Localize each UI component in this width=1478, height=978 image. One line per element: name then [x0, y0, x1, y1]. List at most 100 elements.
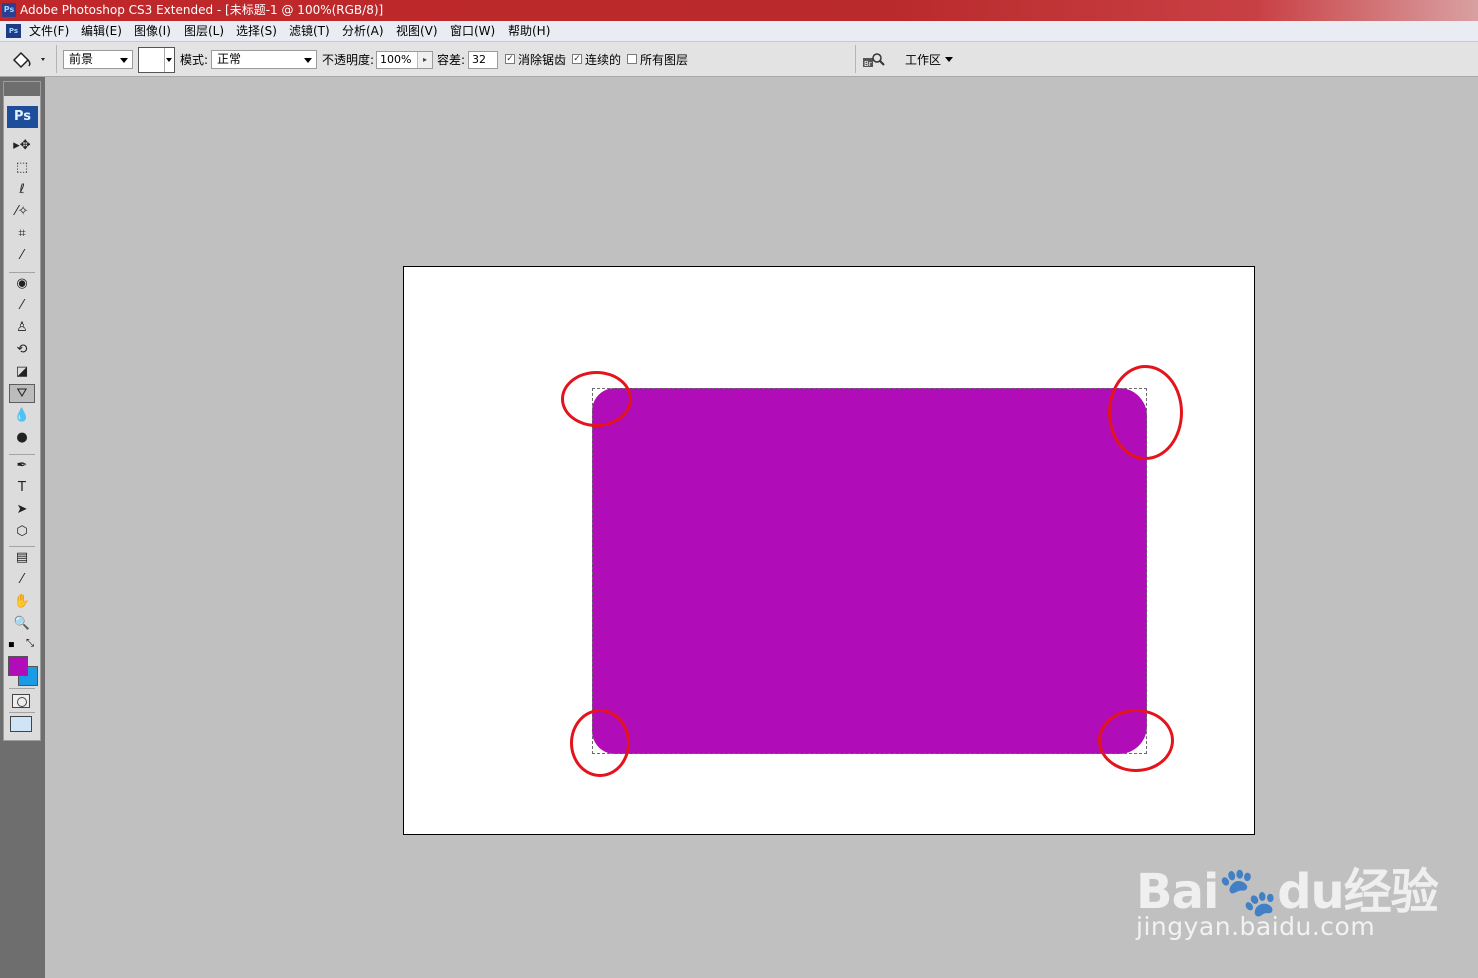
options-divider	[56, 45, 57, 73]
ps-badge[interactable]: Ps	[7, 106, 38, 128]
toolbox-grip[interactable]	[4, 82, 40, 96]
menu-window[interactable]: 窗口(W)	[450, 21, 495, 41]
toolbox-divider	[9, 546, 35, 547]
dodge-icon: ●	[16, 430, 28, 445]
crop-icon: ⌗	[18, 226, 26, 241]
chevron-down-icon	[945, 57, 953, 62]
toolbox: Ps ▸✥ ⬚ ℓ ⁄✧ ⌗ ⁄ ◉ ⁄ ♙ ⟲ ◪ ⛛ 💧 ● ✒ T ➤ ⬡ ▤ ⁄ ✋ 🔍 ◾ ⤡	[3, 81, 41, 741]
dodge-tool[interactable]: ●	[9, 428, 35, 447]
quick-mask-icon[interactable]	[12, 694, 30, 708]
shape-icon: ⬡	[16, 524, 28, 539]
tolerance-field[interactable]: 32	[468, 51, 498, 69]
stamp-icon: ♙	[16, 320, 28, 335]
pattern-divider	[164, 48, 165, 72]
menu-help[interactable]: 帮助(H)	[508, 21, 550, 41]
options-bar: 前景 模式: 正常 不透明度: 100% ▸ 容差: 32 ✓ 消除锯齿 ✓ 连…	[0, 42, 1478, 77]
eyedropper-tool[interactable]: ⁄	[9, 570, 35, 589]
opacity-field[interactable]: 100% ▸	[376, 51, 433, 69]
menu-view[interactable]: 视图(V)	[396, 21, 438, 41]
annotation-circle-bottom-left	[570, 709, 630, 777]
notes-tool[interactable]: ▤	[9, 548, 35, 567]
healing-tool[interactable]: ◉	[9, 274, 35, 293]
app-icon[interactable]: Ps	[6, 24, 21, 38]
window-title: Adobe Photoshop CS3 Extended - [未标题-1 @ …	[20, 3, 384, 17]
menu-file[interactable]: 文件(F)	[29, 21, 69, 41]
rect-marquee-icon: ⬚	[15, 160, 29, 175]
photoshop-logo-icon: Ps	[2, 3, 16, 17]
menu-filter[interactable]: 滤镜(T)	[289, 21, 330, 41]
type-icon: T	[18, 480, 26, 495]
move-tool[interactable]: ▸✥	[9, 136, 35, 155]
annotation-circle-top-right	[1108, 365, 1183, 460]
pattern-picker[interactable]	[138, 47, 175, 73]
type-tool[interactable]: T	[9, 478, 35, 497]
bridge-icon[interactable]: Br	[862, 51, 888, 69]
slice-tool[interactable]: ⁄	[9, 246, 35, 265]
contiguous-checkbox[interactable]: ✓	[572, 54, 582, 64]
mode-select[interactable]: 正常	[211, 50, 317, 69]
menu-select[interactable]: 选择(S)	[236, 21, 277, 41]
blur-tool[interactable]: 💧	[9, 406, 35, 425]
pen-icon: ✒	[16, 458, 28, 473]
anti-alias-label: 消除锯齿	[518, 53, 567, 67]
contiguous-label: 连续的	[585, 53, 622, 67]
workspace-button[interactable]: 工作区	[905, 52, 941, 68]
history-brush-tool[interactable]: ⟲	[9, 340, 35, 359]
anti-alias-checkbox[interactable]: ✓	[505, 54, 515, 64]
magic-wand-tool[interactable]: ⁄✧	[9, 202, 35, 221]
paint-bucket-tool[interactable]: ⛛	[9, 384, 35, 403]
lasso-icon: ℓ	[19, 182, 25, 197]
lasso-tool[interactable]: ℓ	[9, 180, 35, 199]
crop-tool[interactable]: ⌗	[9, 224, 35, 243]
svg-text:Br: Br	[864, 60, 872, 68]
toolbox-divider	[9, 688, 35, 689]
mode-value: 正常	[217, 52, 242, 66]
path-selection-icon: ➤	[16, 502, 28, 517]
notes-icon: ▤	[15, 550, 29, 565]
pen-tool[interactable]: ✒	[9, 456, 35, 475]
paint-bucket-icon: ⛛	[16, 386, 28, 401]
menu-bar: Ps 文件(F) 编辑(E) 图像(I) 图层(L) 选择(S) 滤镜(T) 分…	[0, 21, 1478, 42]
menu-analysis[interactable]: 分析(A)	[342, 21, 384, 41]
foreground-color-swatch[interactable]	[8, 656, 28, 676]
fill-source-select[interactable]: 前景	[63, 50, 133, 69]
brush-tool[interactable]: ⁄	[9, 296, 35, 315]
menu-edit[interactable]: 编辑(E)	[81, 21, 122, 41]
eyedropper-icon: ⁄	[20, 572, 24, 587]
move-icon: ▸✥	[13, 138, 31, 153]
swap-colors-icon[interactable]: ⤡	[26, 638, 34, 649]
default-colors-icon[interactable]: ◾	[8, 640, 15, 650]
annotation-circle-top-left	[561, 371, 632, 427]
fill-source-value: 前景	[69, 52, 94, 66]
chevron-down-icon	[304, 58, 312, 63]
hand-tool[interactable]: ✋	[9, 592, 35, 611]
menu-image[interactable]: 图像(I)	[134, 21, 171, 41]
selection-marquee[interactable]	[592, 388, 1147, 754]
all-layers-label: 所有图层	[640, 53, 689, 67]
toolbox-divider	[9, 712, 35, 713]
magic-wand-icon: ⁄✧	[15, 204, 29, 219]
chevron-down-icon	[120, 58, 128, 63]
watermark-url: jingyan.baidu.com	[1136, 912, 1376, 941]
shape-tool[interactable]: ⬡	[9, 522, 35, 541]
zoom-tool[interactable]: 🔍	[9, 614, 35, 633]
blur-icon: 💧	[13, 408, 31, 423]
paint-bucket-icon	[12, 51, 45, 69]
history-brush-icon: ⟲	[16, 342, 28, 357]
hand-icon: ✋	[13, 594, 31, 609]
marquee-tool[interactable]: ⬚	[9, 158, 35, 177]
opacity-slider-arrow-icon[interactable]: ▸	[417, 52, 432, 68]
opacity-value: 100%	[380, 53, 412, 66]
annotation-circle-bottom-right	[1098, 709, 1174, 772]
path-selection-tool[interactable]: ➤	[9, 500, 35, 519]
brush-icon: ⁄	[20, 298, 24, 313]
tolerance-label: 容差:	[437, 53, 466, 67]
screen-mode-icon[interactable]	[10, 716, 32, 732]
opacity-label: 不透明度:	[322, 53, 375, 67]
eraser-icon: ◪	[15, 364, 29, 379]
menu-layer[interactable]: 图层(L)	[184, 21, 224, 41]
stamp-tool[interactable]: ♙	[9, 318, 35, 337]
eraser-tool[interactable]: ◪	[9, 362, 35, 381]
all-layers-checkbox[interactable]	[627, 54, 637, 64]
tool-preset-picker[interactable]	[8, 48, 50, 70]
